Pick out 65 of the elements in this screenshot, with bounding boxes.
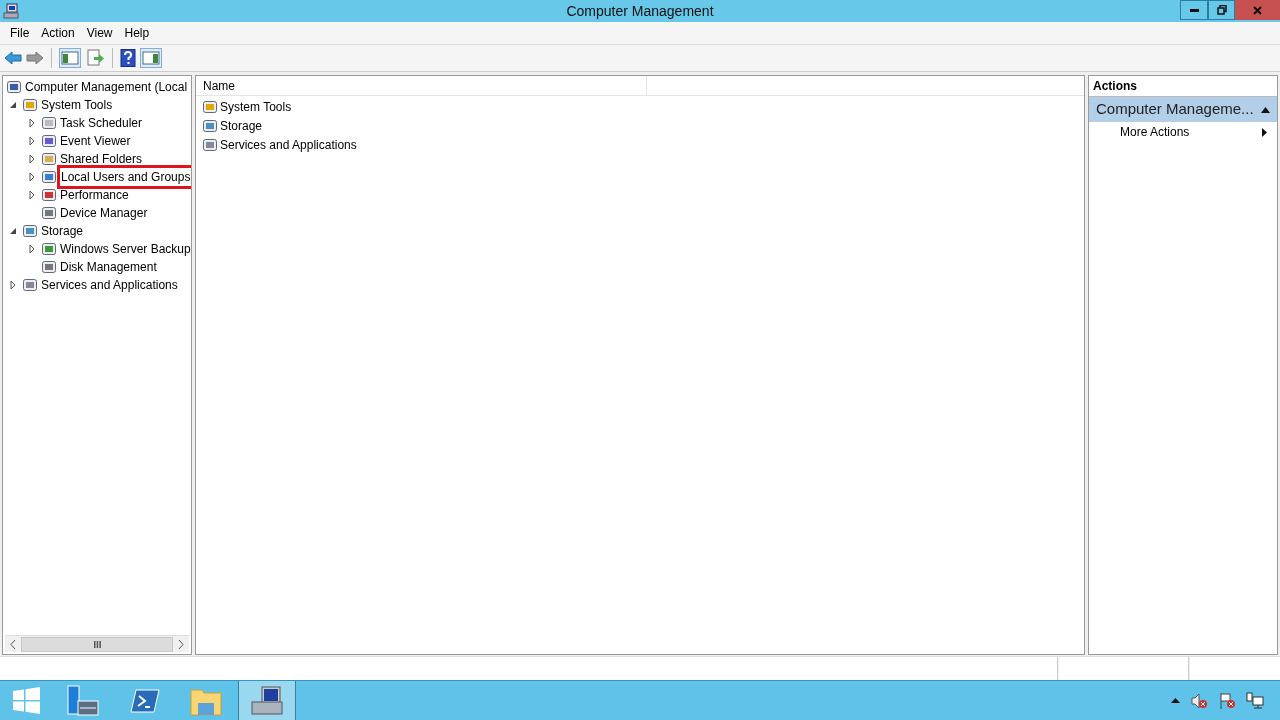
device-icon [41, 205, 57, 221]
menu-item[interactable]: Action [35, 23, 81, 43]
restore-button[interactable] [1208, 0, 1235, 20]
window-title: Computer Management [565, 1, 715, 21]
tree-item[interactable]: Windows Server Backup [60, 240, 191, 258]
storage-icon [202, 117, 218, 134]
column-header[interactable]: Name [196, 76, 647, 96]
log-book-icon [41, 133, 57, 149]
back-arrow-icon[interactable] [4, 50, 22, 66]
start-icon[interactable] [13, 687, 40, 714]
storage-icon [22, 223, 38, 239]
tree-item[interactable]: System Tools [41, 96, 113, 114]
action-link[interactable]: More Actions [1120, 123, 1190, 141]
speaker-muted-icon[interactable] [1190, 691, 1208, 710]
tree-item[interactable]: Task Scheduler [60, 114, 143, 132]
shared-folder-icon [41, 151, 57, 167]
tree-item[interactable]: Performance [60, 186, 129, 204]
menu-item[interactable]: Help [118, 23, 156, 43]
horizontal-scrollbar[interactable] [5, 635, 189, 652]
services-icon [22, 277, 38, 293]
grip-icon [93, 640, 101, 648]
help-icon[interactable] [120, 49, 136, 67]
powershell-icon[interactable] [130, 687, 160, 714]
backup-icon [41, 241, 57, 257]
computer-management-icon [6, 79, 22, 95]
tree-item[interactable]: Device Manager [60, 204, 148, 222]
tree-item[interactable]: Local Users and Groups [60, 168, 191, 186]
server-manager-icon[interactable] [66, 683, 100, 718]
section-header[interactable]: Computer Manageme... [1089, 97, 1277, 122]
gauge-icon [41, 187, 57, 203]
list-item[interactable]: Storage [220, 116, 263, 135]
tree-item[interactable]: Event Viewer [60, 132, 131, 150]
close-button[interactable] [1235, 0, 1280, 20]
services-icon [202, 136, 218, 153]
close-icon [1253, 5, 1262, 15]
submenu-arrow-icon [1262, 127, 1267, 137]
minimize-button[interactable] [1180, 0, 1208, 20]
list-item[interactable]: Services and Applications [220, 135, 357, 154]
scrollbar-thumb[interactable] [21, 636, 173, 652]
network-icon[interactable] [1246, 691, 1264, 710]
computer-management-icon [250, 685, 284, 716]
clock-icon [41, 115, 57, 131]
restore-icon [1216, 5, 1227, 15]
tree-item[interactable]: Disk Management [60, 258, 157, 276]
taskbar-button[interactable] [238, 681, 296, 720]
tree-item[interactable]: Services and Applications [41, 276, 178, 294]
export-list-icon[interactable] [85, 48, 105, 68]
tree-item[interactable]: Storage [41, 222, 84, 240]
list-item[interactable]: System Tools [220, 97, 292, 116]
flag-error-icon[interactable] [1218, 691, 1236, 710]
console-tree-icon[interactable] [59, 48, 81, 68]
minimize-icon [1189, 8, 1199, 12]
users-icon [41, 169, 57, 185]
action-pane-icon[interactable] [140, 48, 162, 68]
tools-icon [22, 97, 38, 113]
tools-icon [202, 98, 218, 115]
caret-up-icon[interactable] [1171, 698, 1180, 703]
computer-management-icon [3, 3, 19, 19]
menu-item[interactable]: File [4, 23, 36, 43]
tree-item[interactable]: Shared Folders [60, 150, 143, 168]
forward-arrow-icon[interactable] [26, 50, 44, 66]
collapse-icon [1261, 106, 1270, 113]
menu-item[interactable]: View [80, 23, 119, 43]
tree-item[interactable]: Computer Management (Local [25, 78, 188, 96]
section-title: Computer Manageme... [1096, 99, 1254, 120]
